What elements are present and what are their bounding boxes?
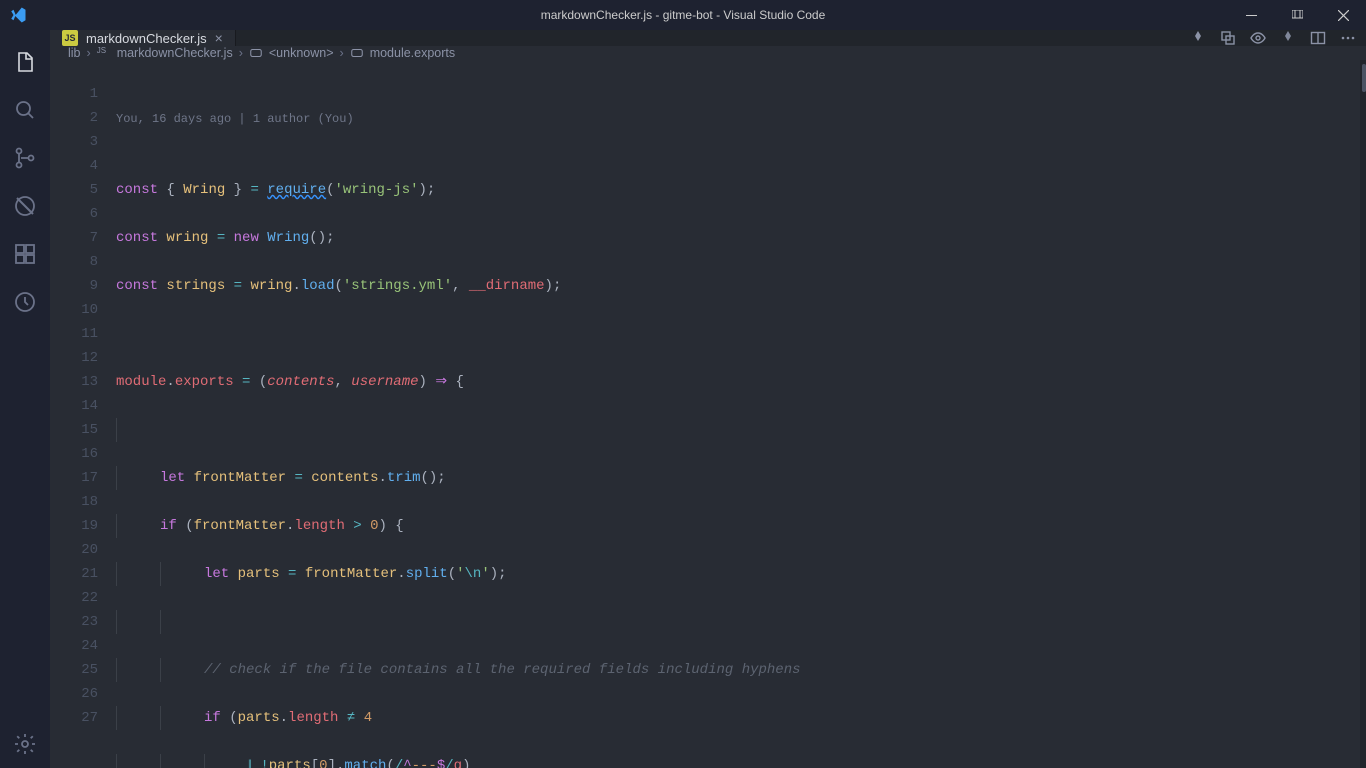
activity-bar: [0, 30, 50, 768]
maximize-button[interactable]: [1274, 0, 1320, 30]
more-actions-icon[interactable]: [1340, 30, 1356, 46]
line-number-gutter: 1234567891011121314151617181920212223242…: [50, 60, 116, 768]
breadcrumb-seg[interactable]: module.exports: [370, 46, 455, 60]
close-button[interactable]: [1320, 0, 1366, 30]
line-number: 10: [50, 298, 98, 322]
minimize-button[interactable]: [1228, 0, 1274, 30]
line-number: 4: [50, 154, 98, 178]
line-number: 20: [50, 538, 98, 562]
line-number: 7: [50, 226, 98, 250]
line-number: 19: [50, 514, 98, 538]
js-file-icon: JS: [97, 46, 111, 60]
extra-panel-icon[interactable]: [0, 278, 50, 326]
code-content[interactable]: You, 16 days ago | 1 author (You) const …: [116, 60, 1366, 768]
line-number: 27: [50, 706, 98, 730]
tab-label: markdownChecker.js: [86, 31, 207, 46]
line-number: 2: [50, 106, 98, 130]
line-number: 25: [50, 658, 98, 682]
line-number: 12: [50, 346, 98, 370]
window-title: markdownChecker.js - gitme-bot - Visual …: [0, 8, 1366, 22]
breadcrumb-seg[interactable]: <unknown>: [269, 46, 334, 60]
title-bar: markdownChecker.js - gitme-bot - Visual …: [0, 0, 1366, 30]
line-number: 8: [50, 250, 98, 274]
editor-actions: [1180, 30, 1366, 46]
tab-markdownchecker[interactable]: JS markdownChecker.js ×: [50, 30, 236, 46]
action-icon-3[interactable]: [1250, 30, 1266, 46]
line-number: 13: [50, 370, 98, 394]
line-number: 16: [50, 442, 98, 466]
explorer-icon[interactable]: [0, 38, 50, 86]
line-number: 22: [50, 586, 98, 610]
action-icon-4[interactable]: [1280, 30, 1296, 46]
line-number: 3: [50, 130, 98, 154]
chevron-right-icon: ›: [87, 46, 91, 60]
debug-icon[interactable]: [0, 182, 50, 230]
split-editor-icon[interactable]: [1310, 30, 1326, 46]
line-number: 18: [50, 490, 98, 514]
line-number: 14: [50, 394, 98, 418]
line-number: 21: [50, 562, 98, 586]
vscode-icon: [0, 6, 35, 24]
line-number: 26: [50, 682, 98, 706]
symbol-icon: [350, 46, 364, 60]
action-icon-2[interactable]: [1220, 30, 1236, 46]
action-icon-1[interactable]: [1190, 30, 1206, 46]
code-editor[interactable]: 1234567891011121314151617181920212223242…: [50, 60, 1366, 768]
tab-bar: JS markdownChecker.js ×: [50, 30, 1366, 46]
minimap[interactable]: [1360, 60, 1366, 768]
js-file-icon: JS: [62, 30, 78, 46]
line-number: 9: [50, 274, 98, 298]
extensions-icon[interactable]: [0, 230, 50, 278]
line-number: 6: [50, 202, 98, 226]
breadcrumbs[interactable]: lib › JS markdownChecker.js › <unknown> …: [50, 46, 1366, 60]
breadcrumb-seg[interactable]: markdownChecker.js: [117, 46, 233, 60]
symbol-icon: [249, 46, 263, 60]
minimap-thumb[interactable]: [1362, 64, 1366, 92]
window-controls: [1228, 0, 1366, 30]
breadcrumb-seg[interactable]: lib: [68, 46, 81, 60]
line-number: 17: [50, 466, 98, 490]
line-number: 15: [50, 418, 98, 442]
chevron-right-icon: ›: [340, 46, 344, 60]
codelens[interactable]: You, 16 days ago | 1 author (You): [116, 108, 1366, 130]
chevron-right-icon: ›: [239, 46, 243, 60]
line-number: 11: [50, 322, 98, 346]
close-icon[interactable]: ×: [215, 30, 223, 46]
source-control-icon[interactable]: [0, 134, 50, 182]
line-number: 24: [50, 634, 98, 658]
line-number: 5: [50, 178, 98, 202]
line-number: 23: [50, 610, 98, 634]
settings-gear-icon[interactable]: [0, 720, 50, 768]
search-icon[interactable]: [0, 86, 50, 134]
line-number: 1: [50, 82, 98, 106]
